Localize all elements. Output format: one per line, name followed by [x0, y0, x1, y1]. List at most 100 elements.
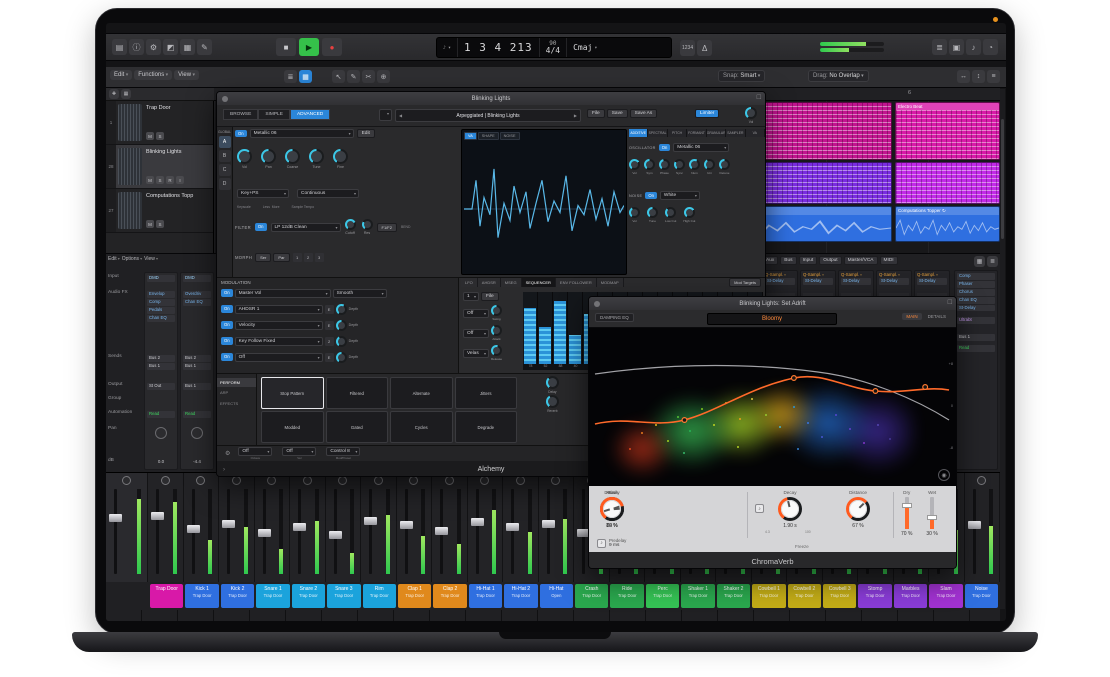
- mod-source-select[interactable]: Off: [235, 353, 323, 362]
- mixer-icon[interactable]: ▦: [180, 39, 195, 55]
- mod-tab[interactable]: MODMAP: [597, 278, 624, 287]
- mod-slot-button[interactable]: E: [325, 305, 334, 314]
- output-slot[interactable]: Bus 1: [957, 334, 995, 341]
- mixer-filter-button[interactable]: Master/VCA: [844, 256, 878, 265]
- perform-pad[interactable]: Stop Pattern: [261, 377, 324, 409]
- predelay-sync-icon[interactable]: ♪: [597, 539, 606, 548]
- noise-knob[interactable]: [684, 207, 695, 218]
- record-enable-button[interactable]: R: [166, 176, 174, 184]
- oscillator-tab[interactable]: GRANULAR: [707, 129, 726, 137]
- stop-button[interactable]: ■: [276, 38, 296, 56]
- list-editors-icon[interactable]: ≣: [932, 39, 947, 55]
- source-letter-button[interactable]: B: [219, 150, 231, 162]
- channel-name-label[interactable]: Ride Trap Door: [610, 584, 643, 608]
- fader-handle[interactable]: [506, 523, 519, 531]
- pan-knob[interactable]: [977, 476, 986, 485]
- mix-slider[interactable]: [930, 497, 934, 529]
- pan-knob[interactable]: [516, 476, 525, 485]
- file-button[interactable]: Save: [607, 109, 628, 118]
- library-icon[interactable]: ▤: [112, 39, 127, 55]
- plugin-titlebar[interactable]: Blinking Lights: Set Adrift □: [589, 297, 956, 310]
- fader-handle[interactable]: [109, 514, 122, 522]
- fader-handle[interactable]: [364, 517, 377, 525]
- morph-mode-button[interactable]: Par: [273, 253, 289, 262]
- perform-pad[interactable]: Modded: [261, 411, 324, 443]
- morph-mode-button[interactable]: Ser: [255, 253, 271, 262]
- channel-name-label[interactable]: Cowbell 3 Trap Door: [823, 584, 856, 608]
- oscillator-type-select[interactable]: Metallic 06: [673, 143, 729, 152]
- mod-tab[interactable]: SEQUENCER: [522, 278, 556, 287]
- instrument-slot[interactable]: Q-Sampl.: [915, 271, 949, 278]
- fader-strip[interactable]: [219, 473, 255, 582]
- metronome-icon[interactable]: Δ: [697, 40, 712, 56]
- distance-knob[interactable]: [846, 497, 870, 521]
- fader-strip[interactable]: [361, 473, 397, 582]
- send-slot[interactable]: Bus 1: [147, 363, 175, 370]
- mixer-filter-button[interactable]: Bus: [780, 256, 796, 265]
- mod-depth-knob[interactable]: [336, 304, 347, 315]
- step-bar[interactable]: [538, 292, 553, 364]
- source-knob[interactable]: [285, 149, 300, 164]
- settings-icon[interactable]: ⚙: [146, 39, 161, 55]
- noise-knob[interactable]: [647, 207, 658, 218]
- fader-handle[interactable]: [471, 518, 484, 526]
- play-button[interactable]: ▶: [299, 38, 319, 56]
- mute-button[interactable]: M: [146, 176, 154, 184]
- midi-region-electro-beat[interactable]: Electro Beat: [895, 102, 1000, 160]
- channel-name-label[interactable]: Kick 1 Trap Door: [185, 584, 218, 608]
- channel-name-label[interactable]: Snare 1 Trap Door: [256, 584, 289, 608]
- filter-knob[interactable]: [345, 219, 356, 230]
- channel-name-label[interactable]: Noise Trap Door: [965, 584, 998, 608]
- mod-on-toggle[interactable]: On: [221, 289, 233, 297]
- waveform-tab[interactable]: VA: [464, 132, 477, 140]
- perform-knob[interactable]: [546, 395, 559, 408]
- vertical-scrollbar[interactable]: [1000, 89, 1005, 609]
- perform-pad[interactable]: Gated: [326, 411, 389, 443]
- mixer-filter-button[interactable]: Output: [819, 256, 841, 265]
- fader-handle[interactable]: [435, 527, 448, 535]
- fx-slot[interactable]: Phaser: [957, 281, 995, 288]
- param-knob[interactable]: [491, 345, 502, 356]
- smart-controls-icon[interactable]: ◩: [163, 39, 178, 55]
- mod-tab[interactable]: MSEG: [501, 278, 522, 287]
- lcd-signature[interactable]: 4/4: [546, 47, 560, 55]
- predelay-value[interactable]: 9 ms: [609, 543, 626, 549]
- mixer-menu-button[interactable]: Edit: [108, 256, 120, 262]
- mod-targets-button[interactable]: Mod Targets: [729, 278, 761, 287]
- drag-select[interactable]: Drag: No Overlap: [808, 70, 869, 82]
- channel-name-label[interactable]: Rim Trap Door: [363, 584, 396, 608]
- oscillator-knob[interactable]: [689, 159, 700, 170]
- morph-slot-button[interactable]: 3: [315, 253, 324, 262]
- channel-name-label[interactable]: Shaker 2 Trap Door: [717, 584, 750, 608]
- noise-on-toggle[interactable]: On: [645, 192, 657, 200]
- mod-tab[interactable]: LFO: [461, 278, 478, 287]
- fader-handle[interactable]: [258, 529, 271, 537]
- perform-pad[interactable]: Cycles: [390, 411, 453, 443]
- mix-slider[interactable]: [905, 497, 909, 529]
- fader-handle[interactable]: [400, 521, 413, 529]
- fader-strip[interactable]: [326, 473, 362, 582]
- pencil-tool-icon[interactable]: ✎: [347, 70, 360, 83]
- oscillator-knob[interactable]: [659, 159, 670, 170]
- mixer-menu-button[interactable]: Options: [122, 256, 142, 262]
- track-row[interactable]: 1 Trap Door M S: [106, 101, 213, 145]
- mod-depth-knob[interactable]: [336, 352, 347, 363]
- fader-handle[interactable]: [151, 512, 164, 520]
- oscillator-knob[interactable]: [674, 159, 685, 170]
- send-slot[interactable]: St-Delay: [765, 278, 795, 285]
- send-slot[interactable]: St-Delay: [841, 278, 871, 285]
- fader-strip[interactable]: [432, 473, 468, 582]
- file-button[interactable]: File: [587, 109, 605, 118]
- oscillator-tab[interactable]: ADDITIVE: [629, 129, 648, 137]
- channel-name-label[interactable]: Clap 1 Trap Door: [398, 584, 431, 608]
- mixer-view-icon[interactable]: ▦: [974, 256, 985, 267]
- fader-handle[interactable]: [542, 520, 555, 528]
- channel-name-label[interactable]: Shaker 1 Trap Door: [681, 584, 714, 608]
- settings-gear-icon[interactable]: ⚙: [225, 450, 230, 457]
- solo-button[interactable]: S: [156, 132, 164, 140]
- track-grid-icon[interactable]: ▦: [121, 89, 131, 99]
- source-select[interactable]: Metallic 06: [250, 129, 354, 138]
- oscillator-tab[interactable]: PITCH: [668, 129, 687, 137]
- source-knob[interactable]: [261, 149, 276, 164]
- track-name[interactable]: Trap Door: [146, 105, 211, 111]
